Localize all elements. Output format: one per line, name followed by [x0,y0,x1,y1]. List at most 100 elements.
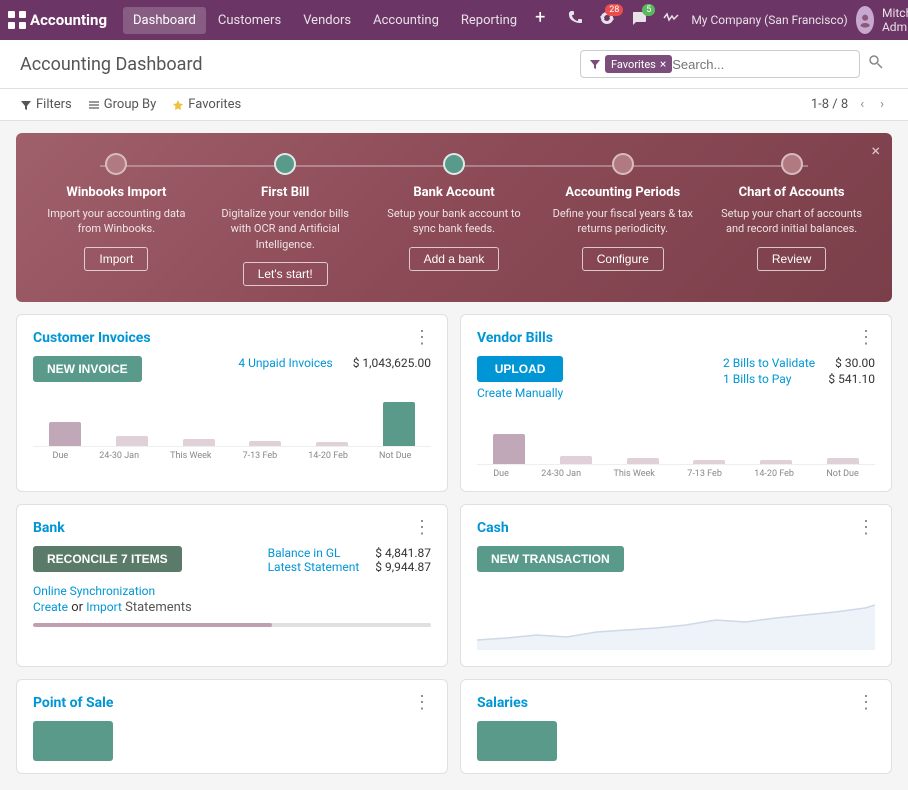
toolbar: Filters Group By Favorites 1-8 / 8 ‹ › [0,89,908,121]
card-body-invoices: NEW INVOICE 4 Unpaid Invoices $ 1,043,62… [17,356,447,473]
vlbl-713: 7-13 Feb [687,469,722,479]
toolbar-right: 1-8 / 8 ‹ › [811,95,888,114]
refresh-icon[interactable]: 28 [595,6,619,34]
onboarding-banner: × Winbooks Import Import your accounting… [16,133,892,302]
search-button[interactable] [864,50,888,78]
nav-reporting[interactable]: Reporting [451,7,527,34]
bank-stat-row1: Balance in GL $ 4,841.87 [268,546,431,560]
nav-vendors[interactable]: Vendors [293,7,361,34]
card-cash: Cash ⋮ NEW TRANSACTION [460,504,892,667]
step-btn-firstbill[interactable]: Let's start! [243,262,328,286]
online-sync-link[interactable]: Online Synchronization [33,584,431,598]
groupby-btn[interactable]: Group By [88,97,157,112]
card-bank: Bank ⋮ RECONCILE 7 ITEMS Balance in GL $… [16,504,448,667]
card-menu-cash[interactable]: ⋮ [857,517,875,538]
step-winbooks: Winbooks Import Import your accounting d… [41,153,191,286]
step-desc-winbooks: Import your accounting data from Winbook… [41,206,191,237]
create-manually-link[interactable]: Create Manually [477,386,563,400]
bar-group-1420 [302,442,363,446]
step-periods: Accounting Periods Define your fiscal ye… [548,153,698,286]
vbar-2430 [546,456,607,464]
toolbar-left: Filters Group By Favorites [20,97,241,112]
vendor-actions: UPLOAD Create Manually 2 Bills to Valida… [477,356,875,400]
vbar-thisweek [612,458,673,464]
bank-links: Online Synchronization Create or Import … [33,584,431,615]
vlbl-2430: 24-30 Jan [541,469,581,479]
step-bankaccount: Bank Account Setup your bank account to … [379,153,529,286]
star-icon [172,99,184,111]
card-customer-invoices: Customer Invoices ⋮ NEW INVOICE 4 Unpaid… [16,314,448,492]
bills-pay-label[interactable]: 1 Bills to Pay [723,372,791,386]
nav-customers[interactable]: Customers [208,7,291,34]
vendor-buttons: UPLOAD Create Manually [477,356,563,400]
new-invoice-btn[interactable]: NEW INVOICE [33,356,142,382]
user-avatar[interactable] [856,6,874,34]
vbar-notdue [812,458,873,464]
bar-due [49,422,81,446]
step-btn-winbooks[interactable]: Import [84,247,148,271]
groupby-icon [88,99,100,111]
step-firstbill: First Bill Digitalize your vendor bills … [210,153,360,286]
vlbl-notdue: Not Due [826,469,858,479]
lbl-1420: 14-20 Feb [308,451,348,461]
onboarding-steps: Winbooks Import Import your accounting d… [32,153,876,286]
unpaid-invoices-label[interactable]: 4 Unpaid Invoices [238,356,332,370]
upload-btn[interactable]: UPLOAD [477,356,563,382]
step-dot-firstbill [274,153,296,175]
nav-plus[interactable]: + [529,7,551,34]
chat-icon[interactable]: 5 [627,6,651,34]
card-header-pos: Point of Sale ⋮ [17,680,447,721]
card-body-vendors: UPLOAD Create Manually 2 Bills to Valida… [461,356,891,491]
statement-value: $ 9,944.87 [375,560,431,574]
balance-gl-value: $ 4,841.87 [375,546,431,560]
balance-gl-label[interactable]: Balance in GL [268,546,341,560]
pos-content-placeholder [33,721,113,761]
company-name[interactable]: My Company (San Francisco) [691,13,847,27]
card-title-bank: Bank [33,520,65,536]
remove-filter[interactable]: × [660,57,666,71]
nav-dashboard[interactable]: Dashboard [123,7,206,34]
prev-page[interactable]: ‹ [856,95,868,114]
card-body-pos [17,721,447,773]
step-title-winbooks: Winbooks Import [66,185,166,200]
nav-accounting[interactable]: Accounting [363,7,449,34]
app-grid-icon[interactable] [8,6,26,34]
favorites-btn[interactable]: Favorites [172,97,241,112]
bills-validate-value: $ 30.00 [835,356,875,370]
lbl-713: 7-13 Feb [243,451,278,461]
step-title-bankaccount: Bank Account [413,185,494,200]
card-body-salaries [461,721,891,773]
bills-validate-label[interactable]: 2 Bills to Validate [723,356,815,370]
activity-icon[interactable] [659,6,683,34]
search-input[interactable] [672,57,792,72]
favorites-filter-tag[interactable]: Favorites × [605,55,672,73]
import-link[interactable]: Import [86,600,122,614]
create-link[interactable]: Create [33,600,68,614]
vbar-713-bar [693,460,725,464]
card-menu-invoices[interactable]: ⋮ [413,327,431,348]
nav-right: 28 5 My Company (San Francisco) Mitchell… [563,6,908,34]
reconcile-btn[interactable]: RECONCILE 7 ITEMS [33,546,182,572]
step-btn-periods[interactable]: Configure [582,247,664,271]
card-menu-salaries[interactable]: ⋮ [857,692,875,713]
new-transaction-btn[interactable]: NEW TRANSACTION [477,546,624,572]
bar-group-2430 [102,436,163,446]
card-title-vendors: Vendor Bills [477,330,553,346]
step-dot-periods [612,153,634,175]
card-title-cash: Cash [477,520,509,536]
step-btn-bankaccount[interactable]: Add a bank [409,247,500,271]
bar-group-notdue [368,402,429,446]
step-dot-winbooks [105,153,127,175]
phone-icon[interactable] [563,6,587,34]
card-menu-pos[interactable]: ⋮ [413,692,431,713]
page-header: Accounting Dashboard Favorites × [0,40,908,89]
step-btn-coa[interactable]: Review [757,247,826,271]
invoice-actions: NEW INVOICE 4 Unpaid Invoices $ 1,043,62… [33,356,431,382]
card-menu-vendors[interactable]: ⋮ [857,327,875,348]
filters-btn[interactable]: Filters [20,97,72,112]
next-page[interactable]: › [876,95,888,114]
nav-links: Dashboard Customers Vendors Accounting R… [123,7,551,34]
dashboard-grid: Customer Invoices ⋮ NEW INVOICE 4 Unpaid… [0,314,908,790]
card-menu-bank[interactable]: ⋮ [413,517,431,538]
user-name[interactable]: Mitchell Admin [882,6,908,34]
